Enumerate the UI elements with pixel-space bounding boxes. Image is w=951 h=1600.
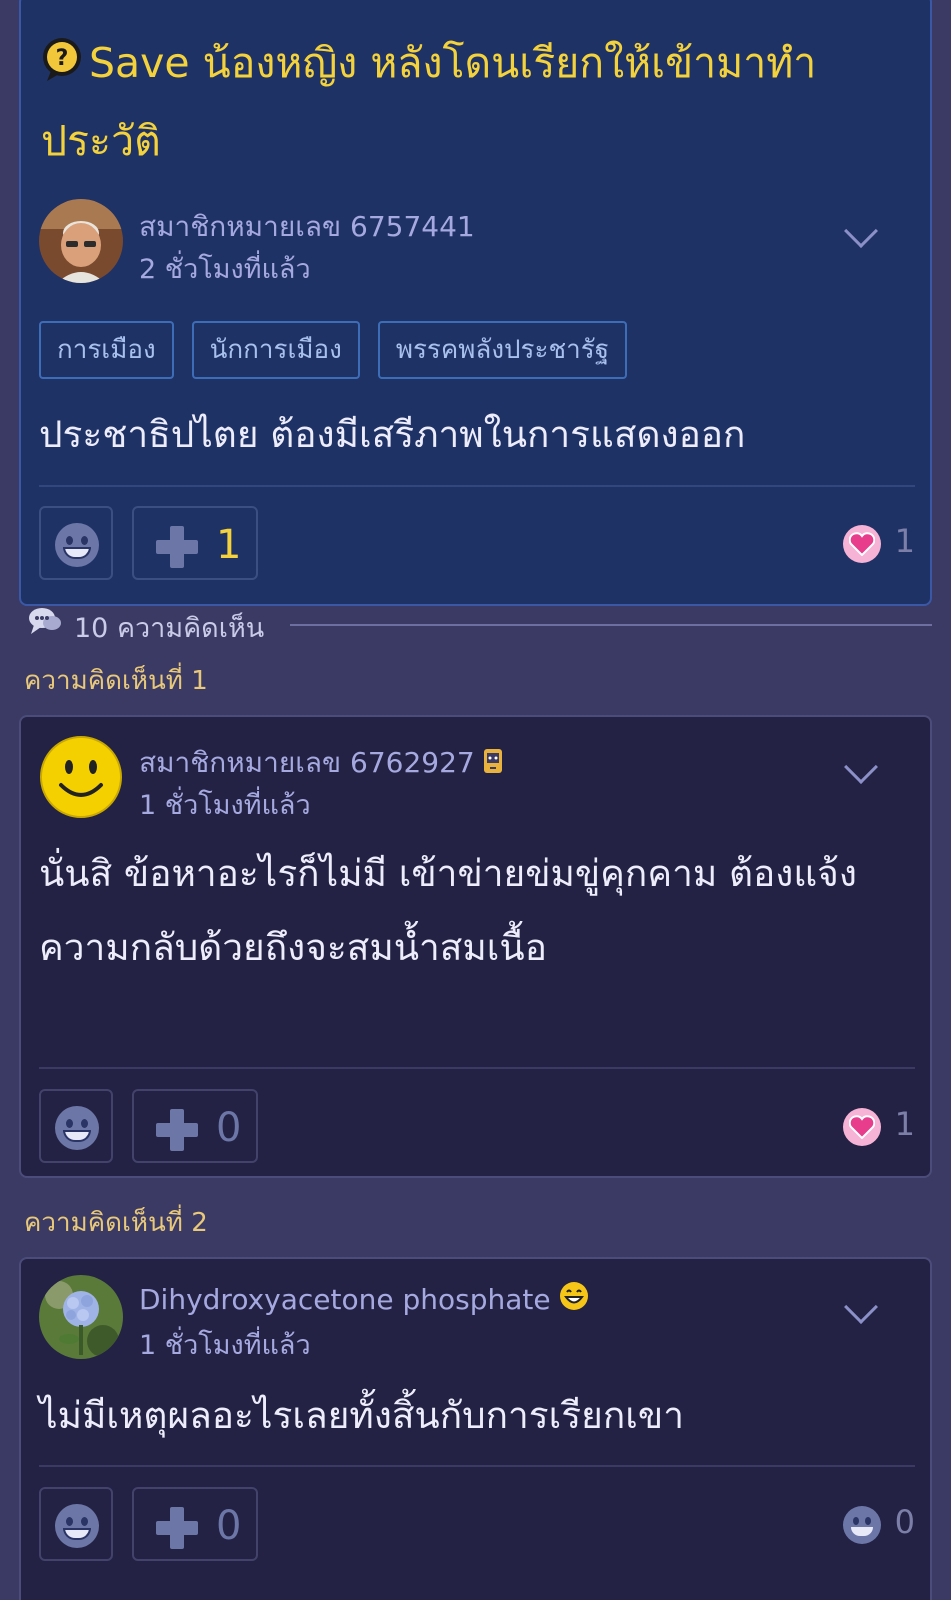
plus-icon [156,1109,198,1151]
comment-card: Dihydroxyacetone phosphate 1 ชั่วโมงที่แ… [19,1257,932,1600]
grin-emoji-icon [55,1106,99,1150]
divider [39,1067,915,1069]
post-time: 2 ชั่วโมงที่แล้ว [139,254,311,285]
divider [39,1465,915,1467]
plus-vote-button[interactable]: 0 [132,1487,258,1561]
divider [39,485,915,487]
grin-reaction-icon[interactable] [843,1506,881,1544]
plus-count: 1 [216,522,242,568]
chevron-down-icon[interactable] [844,750,878,784]
comment-time: 1 ชั่วโมงที่แล้ว [139,790,311,821]
comment-author: Dihydroxyacetone phosphate 1 ชั่วโมงที่แ… [39,1275,915,1361]
comment-count: 10 ความคิดเห็น [74,613,265,644]
comment-card: สมาชิกหมายเลข 6762927 1 ชั่วโมงที่แล้ว น… [19,715,932,1178]
heart-reaction-icon[interactable] [843,1108,881,1146]
chevron-down-icon[interactable] [844,214,878,248]
plus-icon [156,526,198,568]
comment-body: นั่นสิ ข้อหาอะไรก็ไม่มี เข้าข่ายข่มขู่คุ… [39,852,857,969]
comment-reaction-row: 0 0 [39,1487,915,1561]
mobile-device-icon [483,748,503,781]
question-bubble-icon: ? [41,30,83,81]
chevron-down-icon[interactable] [844,1290,878,1324]
plus-count: 0 [216,1503,242,1549]
tag-party[interactable]: พรรคพลังประชารัฐ [377,321,628,379]
author-name[interactable]: สมาชิกหมายเลข 6762927 [139,741,503,785]
comments-header: 10 ความคิดเห็น [28,604,932,644]
tag-politicians[interactable]: นักการเมือง [191,321,360,379]
reaction-count: 1 [894,522,915,560]
topic-title: ? Save น้องหญิง หลังโดนเรียกให้เข้ามาทำป… [41,24,921,180]
grin-emoji-icon [55,1504,99,1548]
reaction-count: 1 [894,1105,915,1143]
reaction-count: 0 [894,1503,915,1541]
topic-title-text: Save น้องหญิง หลังโดนเรียกให้เข้ามาทำประ… [41,39,817,165]
emoji-reaction-button[interactable] [39,1487,113,1561]
tag-politics[interactable]: การเมือง [39,321,174,379]
svg-text:?: ? [56,46,69,71]
pantip-topic-page: ? Save น้องหญิง หลังโดนเรียกให้เข้ามาทำป… [0,0,951,1600]
plus-count: 0 [216,1105,242,1151]
topic-card: ? Save น้องหญิง หลังโดนเรียกให้เข้ามาทำป… [19,0,932,606]
author-name[interactable]: สมาชิกหมายเลข 6757441 [139,205,475,249]
comment-time: 1 ชั่วโมงที่แล้ว [139,1330,311,1361]
plus-icon [156,1507,198,1549]
divider [290,624,932,626]
grin-emoji-icon [55,523,99,567]
emoji-reaction-button[interactable] [39,506,113,580]
laughing-emoji-icon [559,1281,589,1318]
topic-tags: การเมือง นักการเมือง พรรคพลังประชารัฐ [39,321,628,379]
comment-body: ไม่มีเหตุผลอะไรเลยทั้งสิ้นกับการเรียกเขา [39,1394,684,1437]
plus-vote-button[interactable]: 1 [132,506,258,580]
topic-reaction-row: 1 1 [39,506,915,580]
avatar[interactable] [39,735,123,819]
author-name[interactable]: Dihydroxyacetone phosphate [139,1281,589,1318]
avatar[interactable] [39,199,123,283]
heart-reaction-icon[interactable] [843,525,881,563]
speech-bubbles-icon [28,606,62,638]
topic-author: สมาชิกหมายเลข 6757441 2 ชั่วโมงที่แล้ว [39,199,915,285]
comment-number-label: ความคิดเห็นที่ 1 [24,666,208,696]
emoji-reaction-button[interactable] [39,1089,113,1163]
comment-reaction-row: 0 1 [39,1089,915,1163]
comment-number-label: ความคิดเห็นที่ 2 [24,1208,208,1238]
comment-author: สมาชิกหมายเลข 6762927 1 ชั่วโมงที่แล้ว [39,735,915,821]
topic-body: ประชาธิปไตย ต้องมีเสรีภาพในการแสดงออก [39,413,746,456]
avatar[interactable] [39,1275,123,1359]
plus-vote-button[interactable]: 0 [132,1089,258,1163]
